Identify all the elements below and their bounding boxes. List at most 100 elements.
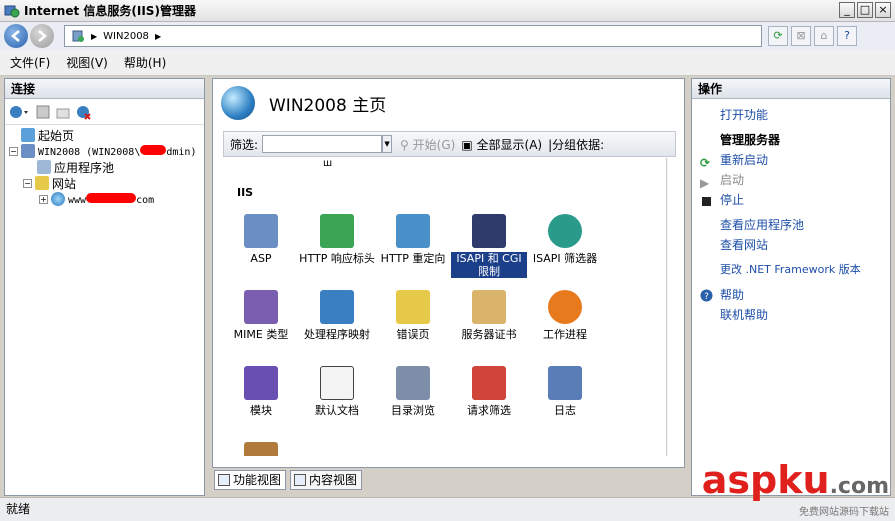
forward-arrow-icon — [38, 30, 47, 42]
menu-view[interactable]: 视图(V) — [66, 54, 108, 71]
filter-input[interactable] — [262, 135, 383, 153]
content-view-tab[interactable]: 内容视图 — [290, 470, 363, 490]
menu-help[interactable]: 帮助(H) — [124, 54, 166, 71]
feature-isapi-cgi[interactable]: ISAPI 和 CGI 限制 — [451, 214, 527, 278]
feature-partial-row — [223, 442, 299, 456]
feature-modules[interactable]: 模块 — [223, 366, 299, 417]
minimize-button[interactable]: _ — [839, 2, 855, 18]
content-view-icon — [294, 474, 307, 486]
feature-isapi-filters[interactable]: ISAPI 筛选器 — [527, 214, 603, 265]
handler-mapping-icon — [320, 290, 354, 324]
filter-dropdown-icon[interactable]: ▼ — [382, 135, 393, 153]
stop-icon[interactable]: ⊠ — [791, 26, 811, 46]
iis-app-icon — [4, 3, 20, 19]
address-field[interactable]: ▶ WIN2008 ▶ — [64, 25, 762, 47]
feature-default-document[interactable]: 默认文档 — [299, 366, 375, 417]
feature-server-certs[interactable]: 服务器证书 — [451, 290, 527, 341]
action-online-help[interactable]: 联机帮助 — [700, 305, 890, 325]
show-all-button[interactable]: ▣ 全部显示(A) — [461, 136, 542, 153]
tree-item-start-page[interactable]: 起始页 — [9, 127, 200, 143]
feature-directory-browsing[interactable]: 目录浏览 — [375, 366, 451, 417]
collapse-icon[interactable]: − — [23, 178, 32, 188]
close-button[interactable]: × — [875, 2, 891, 18]
tree-label: www com — [68, 192, 155, 206]
delete-connection-icon[interactable] — [75, 104, 91, 120]
action-stop[interactable]: 停止 — [700, 190, 890, 210]
feature-mime-types[interactable]: MIME 类型 — [223, 290, 299, 341]
forward-button[interactable] — [30, 24, 54, 48]
help-icon[interactable]: ? — [837, 26, 857, 46]
features-view-tab[interactable]: 功能视图 — [214, 470, 287, 490]
up-level-icon[interactable] — [55, 104, 71, 120]
back-button[interactable] — [4, 24, 28, 48]
sites-folder-icon — [35, 176, 49, 190]
stop-icon — [700, 193, 714, 207]
collapse-icon[interactable]: − — [9, 146, 18, 156]
server-cert-icon — [472, 290, 506, 324]
filter-bar: 筛选: ▼ ⚲ 开始(G) ▣ 全部显示(A) |分组依据: — [223, 131, 676, 157]
action-help[interactable]: ? 帮助 — [700, 285, 890, 305]
feature-error-pages[interactable]: 错误页 — [375, 290, 451, 341]
action-restart[interactable]: ⟳ 重新启动 — [700, 150, 890, 170]
tree-label: 起始页 — [38, 128, 75, 143]
connections-toolbar — [5, 99, 204, 125]
breadcrumb-server[interactable]: WIN2008 — [103, 31, 149, 42]
http-redirect-icon — [396, 214, 430, 248]
feature-grid: ш IIS ASP HTTP 响应标头 HTTP 重定向 ISAPI 和 CGI… — [223, 158, 668, 456]
refresh-icon[interactable]: ⟳ — [768, 26, 788, 46]
connect-icon[interactable] — [9, 104, 31, 120]
menu-file[interactable]: 文件(F) — [10, 54, 50, 71]
start-icon: ▶ — [700, 176, 710, 190]
tree-item-server[interactable]: − WIN2008 (WIN2008\ dmin) — [9, 143, 200, 159]
server-icon — [21, 144, 35, 158]
directory-browsing-icon — [396, 366, 430, 400]
breadcrumb-separator-icon: ▶ — [154, 31, 162, 41]
save-icon[interactable] — [35, 104, 51, 120]
partial-icon — [244, 442, 278, 456]
connections-panel: 连接 起始页 − WIN2008 (WIN2008\ dmin) 应用程序池 − … — [4, 78, 205, 496]
feature-scrollbar[interactable]: ▲ ▼ — [666, 158, 668, 456]
feature-asp[interactable]: ASP — [223, 214, 299, 265]
action-change-framework[interactable]: 更改 .NET Framework 版本 — [700, 260, 890, 280]
feature-logging[interactable]: 日志 — [527, 366, 603, 417]
tree-item-sites[interactable]: − 网站 — [9, 175, 200, 191]
restart-icon: ⟳ — [700, 156, 711, 170]
mime-types-icon — [244, 290, 278, 324]
group-by-label[interactable]: |分组依据: — [548, 136, 604, 153]
action-open-feature[interactable]: 打开功能 — [700, 105, 890, 125]
feature-worker-processes[interactable]: 工作进程 — [527, 290, 603, 341]
app-pools-icon — [37, 160, 51, 174]
section-heading-iis: IIS — [237, 186, 254, 199]
view-switch: 功能视图 内容视图 — [214, 470, 363, 490]
feature-request-filtering[interactable]: 请求筛选 — [451, 366, 527, 417]
request-filtering-icon — [472, 366, 506, 400]
tree-item-app-pools[interactable]: 应用程序池 — [9, 159, 200, 175]
maximize-button[interactable]: □ — [857, 2, 873, 18]
tree-label: 网站 — [52, 176, 77, 191]
features-view-icon — [218, 474, 230, 486]
expand-icon[interactable]: + — [39, 194, 48, 204]
feature-panel: WIN2008 主页 筛选: ▼ ⚲ 开始(G) ▣ 全部显示(A) |分组依据… — [212, 78, 685, 468]
isapi-filter-icon — [548, 214, 582, 248]
window-title: Internet 信息服务(IIS)管理器 — [24, 4, 196, 18]
address-bar: ▶ WIN2008 ▶ ⟳ ⊠ ⌂ ? — [0, 22, 895, 50]
action-view-app-pools[interactable]: 查看应用程序池 — [700, 215, 890, 235]
partial-row-above: ш — [323, 158, 333, 169]
feature-http-headers[interactable]: HTTP 响应标头 — [299, 214, 375, 265]
action-start: ▶ 启动 — [700, 173, 745, 190]
http-headers-icon — [320, 214, 354, 248]
feature-http-redirect[interactable]: HTTP 重定向 — [375, 214, 451, 265]
server-home-icon — [221, 86, 255, 120]
redaction-mark — [140, 144, 167, 155]
tree-item-website[interactable]: + www com — [9, 191, 200, 207]
filter-label: 筛选: — [230, 137, 259, 152]
feature-handler-mappings[interactable]: 处理程序映射 — [299, 290, 375, 341]
action-view-sites[interactable]: 查看网站 — [700, 235, 890, 255]
start-filter-button[interactable]: ⚲ 开始(G) — [400, 136, 455, 153]
back-arrow-icon — [11, 30, 20, 42]
binoculars-icon: ⚲ — [400, 137, 409, 152]
server-icon — [72, 30, 84, 42]
home-icon[interactable]: ⌂ — [814, 26, 834, 46]
default-document-icon — [320, 366, 354, 400]
modules-icon — [244, 366, 278, 400]
